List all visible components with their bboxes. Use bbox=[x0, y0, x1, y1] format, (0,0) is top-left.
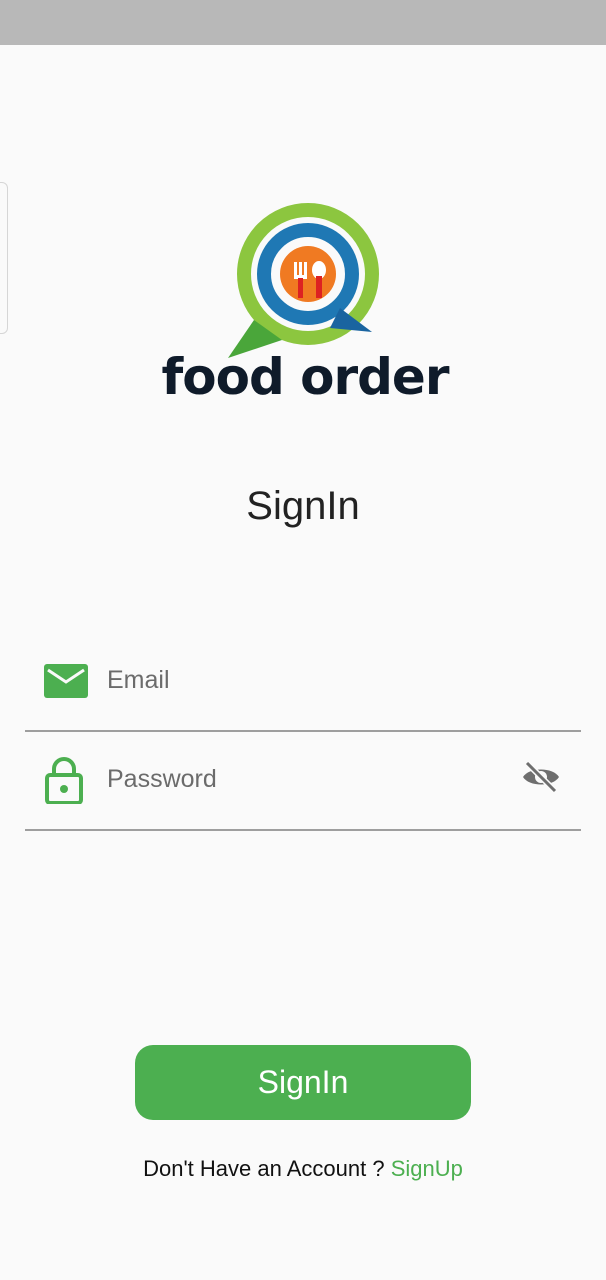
signup-prompt: Don't Have an Account ? SignUp bbox=[0, 1156, 606, 1182]
app-logo: food order bbox=[160, 200, 450, 415]
signin-button[interactable]: SignIn bbox=[135, 1045, 471, 1120]
status-bar bbox=[0, 0, 606, 45]
signup-prompt-text: Don't Have an Account ? bbox=[143, 1156, 391, 1181]
logo-text: food order bbox=[161, 348, 449, 406]
mail-icon bbox=[44, 664, 88, 703]
eye-off-icon[interactable] bbox=[521, 760, 561, 798]
password-field[interactable]: Password bbox=[25, 731, 581, 831]
food-order-logo-icon bbox=[228, 203, 379, 358]
page-title: SignIn bbox=[246, 484, 360, 528]
email-field[interactable]: Email bbox=[25, 632, 581, 732]
lock-icon bbox=[44, 756, 84, 809]
signup-link[interactable]: SignUp bbox=[391, 1156, 463, 1181]
email-placeholder: Email bbox=[107, 666, 170, 694]
password-placeholder: Password bbox=[107, 765, 217, 793]
edge-panel-handle[interactable] bbox=[0, 182, 8, 334]
